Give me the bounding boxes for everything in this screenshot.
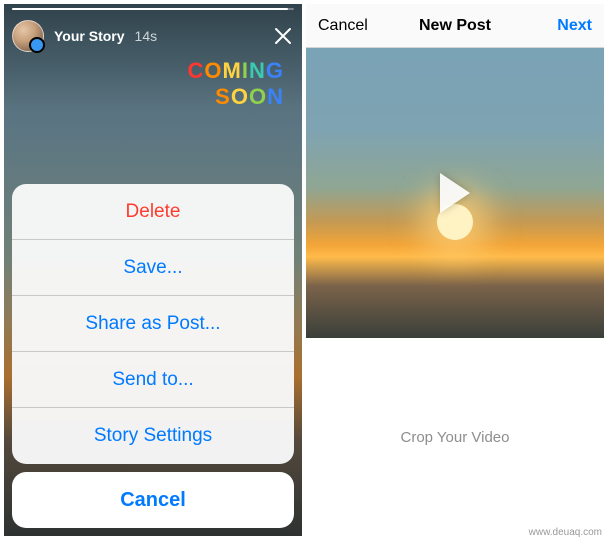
play-icon[interactable] <box>440 173 470 213</box>
story-screen: Your Story 14s COMING SOON Delete Save..… <box>4 4 302 536</box>
new-post-screen: Cancel New Post Next Crop Your Video <box>306 4 604 536</box>
share-as-post-button[interactable]: Share as Post... <box>12 296 294 352</box>
delete-button[interactable]: Delete <box>12 184 294 240</box>
crop-hint-label: Crop Your Video <box>401 429 510 446</box>
nav-cancel-button[interactable]: Cancel <box>318 17 378 35</box>
story-settings-button[interactable]: Story Settings <box>12 408 294 464</box>
video-preview[interactable] <box>306 48 604 338</box>
cancel-button[interactable]: Cancel <box>12 472 294 528</box>
coming-soon-sticker: COMING SOON <box>188 58 284 110</box>
crop-hint-area: Crop Your Video <box>306 338 604 536</box>
nav-bar: Cancel New Post Next <box>306 4 604 48</box>
story-owner-label: Your Story <box>54 28 125 44</box>
close-icon[interactable] <box>272 25 294 47</box>
story-timestamp: 14s <box>135 28 158 44</box>
page-title: New Post <box>419 17 491 35</box>
save-button[interactable]: Save... <box>12 240 294 296</box>
send-to-button[interactable]: Send to... <box>12 352 294 408</box>
story-progress-bar <box>12 8 294 10</box>
story-progress-fill <box>12 8 288 10</box>
story-header: Your Story 14s <box>12 12 294 52</box>
avatar[interactable] <box>12 20 44 52</box>
action-sheet: Delete Save... Share as Post... Send to.… <box>12 184 294 528</box>
nav-next-button[interactable]: Next <box>532 17 592 35</box>
watermark: www.deuaq.com <box>529 527 602 538</box>
